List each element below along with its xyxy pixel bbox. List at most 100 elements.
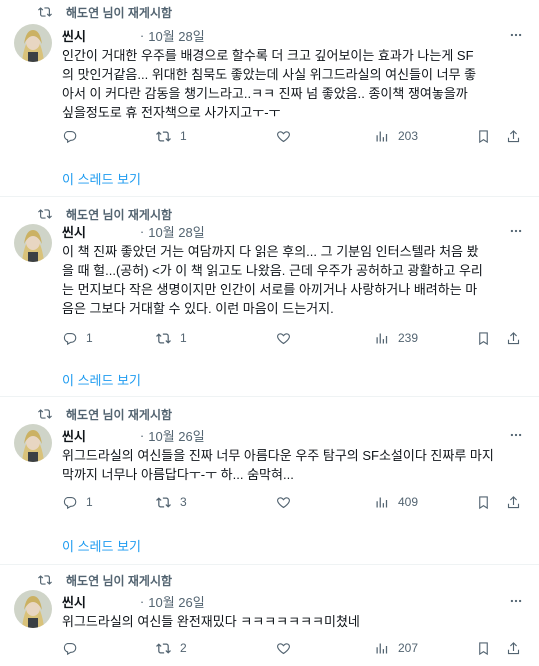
- tweet-date[interactable]: 10월 28일: [148, 222, 204, 241]
- bar-chart-icon: [376, 643, 388, 653]
- view-count: 207: [398, 641, 419, 655]
- reply-count: 1: [86, 495, 93, 509]
- separator-dot: ·: [139, 27, 145, 43]
- reply-count: 1: [86, 331, 93, 345]
- tweet-text: 이 책 진짜 좋았던 거는 여담까지 다 읽은 후의... 그 기분임 인터스텔…: [62, 244, 483, 316]
- author-name[interactable]: 씬시: [62, 592, 86, 611]
- retweet-count: 2: [180, 641, 187, 655]
- divider: [0, 196, 539, 197]
- separator-dot: ·: [139, 427, 145, 443]
- views-button[interactable]: 409: [374, 492, 418, 512]
- more-options-icon[interactable]: [507, 222, 525, 240]
- retweet-indicator: 해도연 님이 재게시함: [38, 206, 172, 222]
- bookmark-button[interactable]: [476, 126, 491, 146]
- tweet-4[interactable]: 해도연 님이 재게시함 씬시 · 10월 26일 위그드라실의 여신들 완전재밌…: [0, 566, 539, 666]
- views-button[interactable]: 207: [374, 638, 418, 658]
- reply-button[interactable]: [62, 126, 86, 146]
- like-button[interactable]: [276, 638, 300, 658]
- divider: [0, 396, 539, 397]
- retweeted-by-label[interactable]: 해도연 님이 재게시함: [66, 206, 172, 223]
- bookmark-icon: [479, 641, 488, 655]
- share-button[interactable]: [506, 126, 521, 146]
- tweet-actions: 1 203: [56, 126, 532, 146]
- reply-icon: [63, 642, 77, 655]
- heart-icon: [277, 496, 290, 508]
- tweet-header: 씬시 · 10월 28일: [62, 26, 525, 44]
- tweet-header: 씬시 · 10월 26일: [62, 426, 525, 444]
- retweet-button[interactable]: 3: [156, 492, 187, 512]
- retweet-icon: [156, 496, 171, 508]
- show-thread-link[interactable]: 이 스레드 보기: [62, 169, 141, 188]
- reply-button[interactable]: [62, 638, 86, 658]
- avatar[interactable]: [14, 24, 52, 62]
- bookmark-icon: [479, 331, 488, 345]
- view-count: 203: [398, 129, 419, 143]
- retweet-button[interactable]: 1: [156, 126, 187, 146]
- author-name[interactable]: 씬시: [62, 426, 86, 445]
- show-thread-link[interactable]: 이 스레드 보기: [62, 536, 141, 555]
- tweet-date[interactable]: 10월 26일: [148, 592, 204, 611]
- reply-button[interactable]: 1: [62, 328, 93, 348]
- retweet-button[interactable]: 2: [156, 638, 187, 658]
- bookmark-button[interactable]: [476, 492, 491, 512]
- bookmark-button[interactable]: [476, 638, 491, 658]
- retweet-icon: [156, 642, 171, 654]
- author-name[interactable]: 씬시: [62, 26, 86, 45]
- views-button[interactable]: 239: [374, 328, 418, 348]
- like-button[interactable]: [276, 126, 300, 146]
- share-icon: [507, 129, 520, 142]
- more-options-icon[interactable]: [507, 26, 525, 44]
- tweet-3[interactable]: 해도연 님이 재게시함 씬시 · 10월 26일 위그드라실의 여신들을 진짜 …: [0, 400, 539, 566]
- share-icon: [507, 331, 520, 344]
- tweet-header: 씬시 · 10월 26일: [62, 592, 525, 610]
- tweet-actions: 1 3 409: [56, 492, 532, 512]
- author-name[interactable]: 씬시: [62, 222, 86, 241]
- bar-chart-icon: [376, 131, 388, 141]
- tweet-date[interactable]: 10월 28일: [148, 26, 204, 45]
- retweet-button[interactable]: 1: [156, 328, 187, 348]
- tweet-text: 위그드라실의 여신들을 진짜 너무 아름다운 우주 탐구의 SF소설이다 진짜루…: [62, 448, 494, 482]
- show-thread-link[interactable]: 이 스레드 보기: [62, 370, 141, 389]
- retweet-icon: [156, 130, 171, 142]
- views-button[interactable]: 203: [374, 126, 418, 146]
- bar-chart-icon: [376, 497, 388, 507]
- tweet-2[interactable]: 해도연 님이 재게시함 씬시 · 10월 28일 이 책 진짜 좋았던 거는 여…: [0, 200, 539, 400]
- heart-icon: [277, 130, 290, 142]
- retweet-icon: [38, 575, 52, 585]
- like-button[interactable]: [276, 328, 300, 348]
- more-options-icon[interactable]: [507, 426, 525, 444]
- share-button[interactable]: [506, 638, 521, 658]
- reply-icon: [63, 332, 77, 345]
- tweet-1[interactable]: 해도연 님이 재게시함 씬시 · 10월 28일 인간이 거대한 우주를 배경으…: [0, 0, 539, 200]
- share-button[interactable]: [506, 328, 521, 348]
- reply-button[interactable]: 1: [62, 492, 93, 512]
- reply-icon: [63, 130, 77, 143]
- retweet-count: 3: [180, 495, 187, 509]
- bar-chart-icon: [376, 333, 388, 343]
- like-button[interactable]: [276, 492, 300, 512]
- heart-icon: [277, 642, 290, 654]
- avatar[interactable]: [14, 590, 52, 628]
- tweet-actions: 2 207: [56, 638, 532, 658]
- bookmark-button[interactable]: [476, 328, 491, 348]
- retweeted-by-label[interactable]: 해도연 님이 재게시함: [66, 4, 172, 21]
- retweet-icon: [38, 409, 52, 419]
- retweeted-by-label[interactable]: 해도연 님이 재게시함: [66, 406, 172, 423]
- tweet-actions: 1 1 239: [56, 328, 532, 348]
- retweet-indicator: 해도연 님이 재게시함: [38, 406, 172, 422]
- retweet-indicator: 해도연 님이 재게시함: [38, 572, 172, 588]
- view-count: 409: [398, 495, 419, 509]
- share-icon: [507, 495, 520, 508]
- tweet-header: 씬시 · 10월 28일: [62, 222, 525, 240]
- bookmark-icon: [479, 495, 488, 509]
- tweet-date[interactable]: 10월 26일: [148, 426, 204, 445]
- retweet-count: 1: [180, 331, 187, 345]
- tweet-text: 인간이 거대한 우주를 배경으로 할수록 더 크고 깊어보이는 효과가 나는게 …: [62, 48, 477, 120]
- share-button[interactable]: [506, 492, 521, 512]
- share-icon: [507, 641, 520, 654]
- avatar[interactable]: [14, 224, 52, 262]
- retweeted-by-label[interactable]: 해도연 님이 재게시함: [66, 572, 172, 589]
- more-options-icon[interactable]: [507, 592, 525, 610]
- avatar[interactable]: [14, 424, 52, 462]
- separator-dot: ·: [139, 593, 145, 609]
